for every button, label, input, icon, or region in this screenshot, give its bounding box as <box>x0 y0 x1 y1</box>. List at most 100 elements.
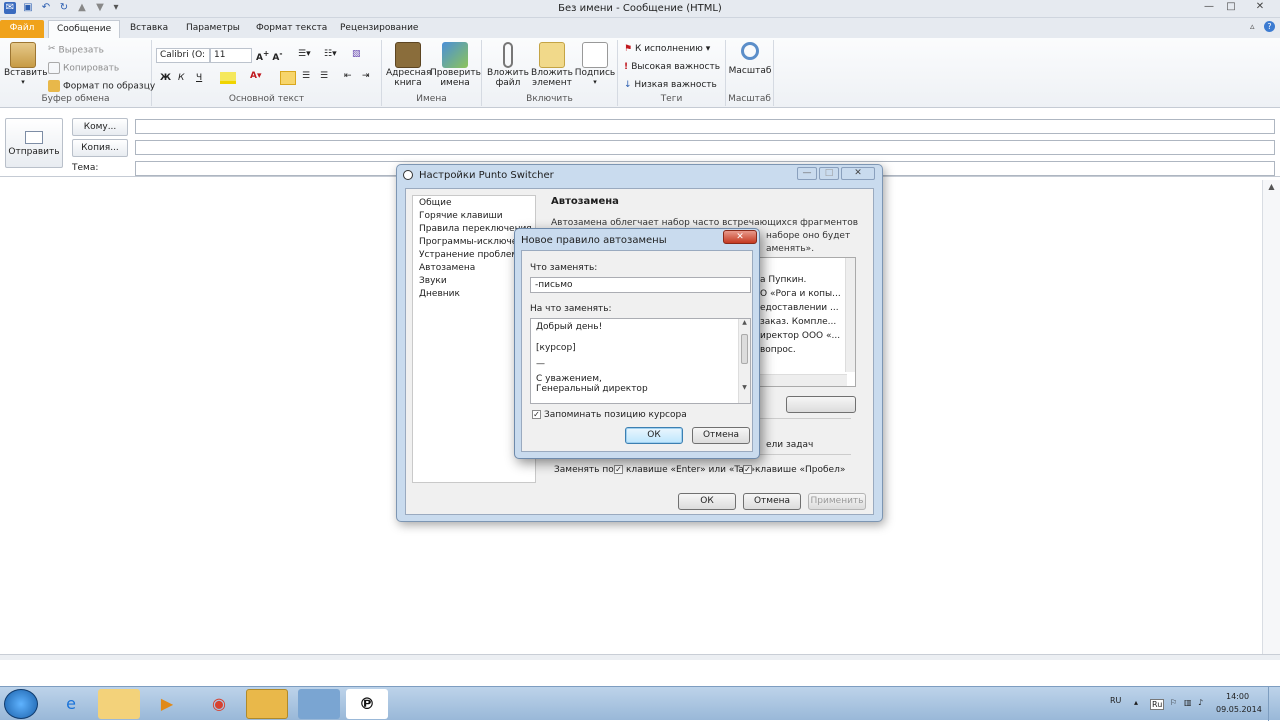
font-color-icon[interactable]: A▾ <box>250 71 261 81</box>
autoreplace-action-button[interactable] <box>786 396 856 413</box>
tab-file[interactable]: Файл <box>0 20 44 38</box>
scroll-up-icon[interactable]: ▲ <box>1263 182 1280 191</box>
punto-close-button[interactable]: ✕ <box>841 167 875 180</box>
textarea-scrollbar[interactable]: ▲ ▼ <box>738 319 750 403</box>
address-book-button[interactable]: Адресная книга <box>386 42 431 88</box>
punto-switcher-taskbar-icon[interactable]: ℗ <box>346 689 388 719</box>
show-desktop-button[interactable] <box>1268 687 1280 721</box>
numbering-button[interactable]: ☷▾ <box>324 49 337 59</box>
save-icon[interactable]: ▣ <box>22 2 34 14</box>
tree-item-hotkeys[interactable]: Горячие клавиши <box>419 211 503 221</box>
bullets-button[interactable]: ☰▾ <box>298 49 311 59</box>
list-item[interactable]: едоставлении ... <box>760 303 839 313</box>
help-icon[interactable]: ? <box>1264 21 1275 32</box>
decrease-indent-icon[interactable]: ⇤ <box>344 71 352 81</box>
list-horizontal-scrollbar[interactable] <box>752 374 847 386</box>
format-painter-button[interactable]: Формат по образцу <box>48 80 155 92</box>
paste-button[interactable]: Вставить ▾ <box>4 42 48 86</box>
up-arrow-icon[interactable]: ▲ <box>76 2 88 14</box>
volume-icon[interactable]: ♪ <box>1198 698 1203 707</box>
tray-expand-icon[interactable]: ▴ <box>1134 698 1138 707</box>
scroll-down-icon[interactable]: ▼ <box>739 384 750 391</box>
cc-field[interactable] <box>135 140 1275 155</box>
explorer-icon[interactable] <box>98 689 140 719</box>
clock-time[interactable]: 14:00 <box>1226 692 1249 701</box>
list-item[interactable]: иректор ООО «... <box>760 331 840 341</box>
rule-cancel-button[interactable]: Отмена <box>692 427 750 444</box>
what-input[interactable]: -письмо <box>530 277 751 293</box>
autoreplace-list[interactable]: а Пупкин. О «Рога и копы... едоставлении… <box>751 257 856 387</box>
to-field[interactable] <box>135 119 1275 134</box>
space-checkbox[interactable]: ✓ <box>743 465 752 474</box>
punto-cancel-button[interactable]: Отмена <box>743 493 801 510</box>
maximize-button[interactable]: □ <box>1220 0 1242 15</box>
tab-options[interactable]: Параметры <box>178 20 248 38</box>
clock-date[interactable]: 09.05.2014 <box>1216 705 1262 714</box>
follow-up-button[interactable]: ⚑ К исполнению ▾ <box>624 44 710 54</box>
font-size-select[interactable]: 11 <box>210 48 252 63</box>
list-item[interactable]: вопрос. <box>760 345 796 355</box>
down-arrow-icon[interactable]: ▼ <box>94 2 106 14</box>
underline-button[interactable]: Ч <box>196 73 202 83</box>
list-item[interactable]: О «Рога и копы... <box>760 289 841 299</box>
tab-format-text[interactable]: Формат текста <box>248 20 335 38</box>
rule-ok-button[interactable]: ОК <box>625 427 683 444</box>
punto-maximize-button[interactable]: □ <box>819 167 839 180</box>
signature-button[interactable]: Подпись ▾ <box>574 42 616 86</box>
send-button[interactable]: Отправить <box>5 118 63 168</box>
vertical-scrollbar[interactable]: ▲ <box>1262 180 1280 654</box>
check-names-button[interactable]: Проверить имена <box>430 42 481 88</box>
flag-tray-icon[interactable]: ⚐ <box>1170 698 1177 707</box>
bold-button[interactable]: Ж <box>160 73 171 83</box>
italic-button[interactable]: К <box>178 73 184 83</box>
chrome-icon[interactable]: ◉ <box>198 689 240 719</box>
enter-tab-checkbox[interactable]: ✓ <box>614 465 623 474</box>
rule-close-button[interactable]: ✕ <box>723 230 757 244</box>
tree-item-autoreplace[interactable]: Автозамена <box>419 263 475 273</box>
align-right-icon[interactable]: ☰ <box>320 71 328 81</box>
tree-item-sounds[interactable]: Звуки <box>419 276 447 286</box>
minimize-button[interactable]: — <box>1198 0 1220 15</box>
align-center-icon[interactable]: ☰ <box>302 71 310 81</box>
language-indicator[interactable]: RU <box>1110 696 1121 705</box>
font-name-select[interactable]: Calibri (O: <box>156 48 210 63</box>
clear-format-icon[interactable]: ▧ <box>352 49 361 59</box>
remember-cursor-checkbox[interactable]: ✓ <box>532 410 541 419</box>
tray-language-icon[interactable]: Ru <box>1150 699 1165 710</box>
customize-qa-icon[interactable]: ▾ <box>110 2 122 14</box>
low-importance-button[interactable]: ↓ Низкая важность <box>624 80 717 90</box>
increase-indent-icon[interactable]: ⇥ <box>362 71 370 81</box>
high-importance-button[interactable]: ! Высокая важность <box>624 62 720 72</box>
align-left-icon[interactable] <box>280 71 296 85</box>
highlight-icon[interactable] <box>220 72 236 84</box>
list-vertical-scrollbar[interactable] <box>845 258 855 372</box>
tab-review[interactable]: Рецензирование <box>332 20 426 38</box>
tree-item-general[interactable]: Общие <box>419 198 452 208</box>
tab-insert[interactable]: Вставка <box>122 20 176 38</box>
cc-button[interactable]: Копия... <box>72 139 128 157</box>
undo-icon[interactable]: ↶ <box>40 2 52 14</box>
cut-button[interactable]: ✂ Вырезать <box>48 44 104 56</box>
zoom-button[interactable]: Масштаб <box>728 42 772 76</box>
punto-ok-button[interactable]: ОК <box>678 493 736 510</box>
outlook-taskbar-icon[interactable] <box>246 689 288 719</box>
tab-message[interactable]: Сообщение <box>48 20 121 38</box>
punto-apply-button[interactable]: Применить <box>808 493 866 510</box>
ribbon-collapse-icon[interactable]: ▵ <box>1250 22 1255 32</box>
redo-icon[interactable]: ↻ <box>58 2 70 14</box>
attach-item-button[interactable]: Вложить элемент <box>530 42 574 88</box>
close-button[interactable]: ✕ <box>1242 0 1278 15</box>
copy-button[interactable]: Копировать <box>48 62 119 74</box>
list-item[interactable]: а Пупкин. <box>760 275 806 285</box>
with-textarea[interactable]: Добрый день! [курсор] — С уважением, Ген… <box>530 318 751 404</box>
scroll-thumb[interactable] <box>741 334 748 364</box>
ie-icon[interactable]: e <box>50 689 92 719</box>
start-button[interactable] <box>4 689 38 719</box>
media-player-icon[interactable]: ▶ <box>146 689 188 719</box>
control-panel-icon[interactable] <box>298 689 340 719</box>
grow-font-button[interactable]: A+ A- <box>256 49 283 63</box>
network-icon[interactable]: ▥ <box>1184 698 1192 707</box>
scroll-up-icon[interactable]: ▲ <box>739 319 750 326</box>
list-item[interactable]: заказ. Компле... <box>760 317 836 327</box>
tree-item-troubleshooting[interactable]: Устранение проблем <box>419 250 518 260</box>
